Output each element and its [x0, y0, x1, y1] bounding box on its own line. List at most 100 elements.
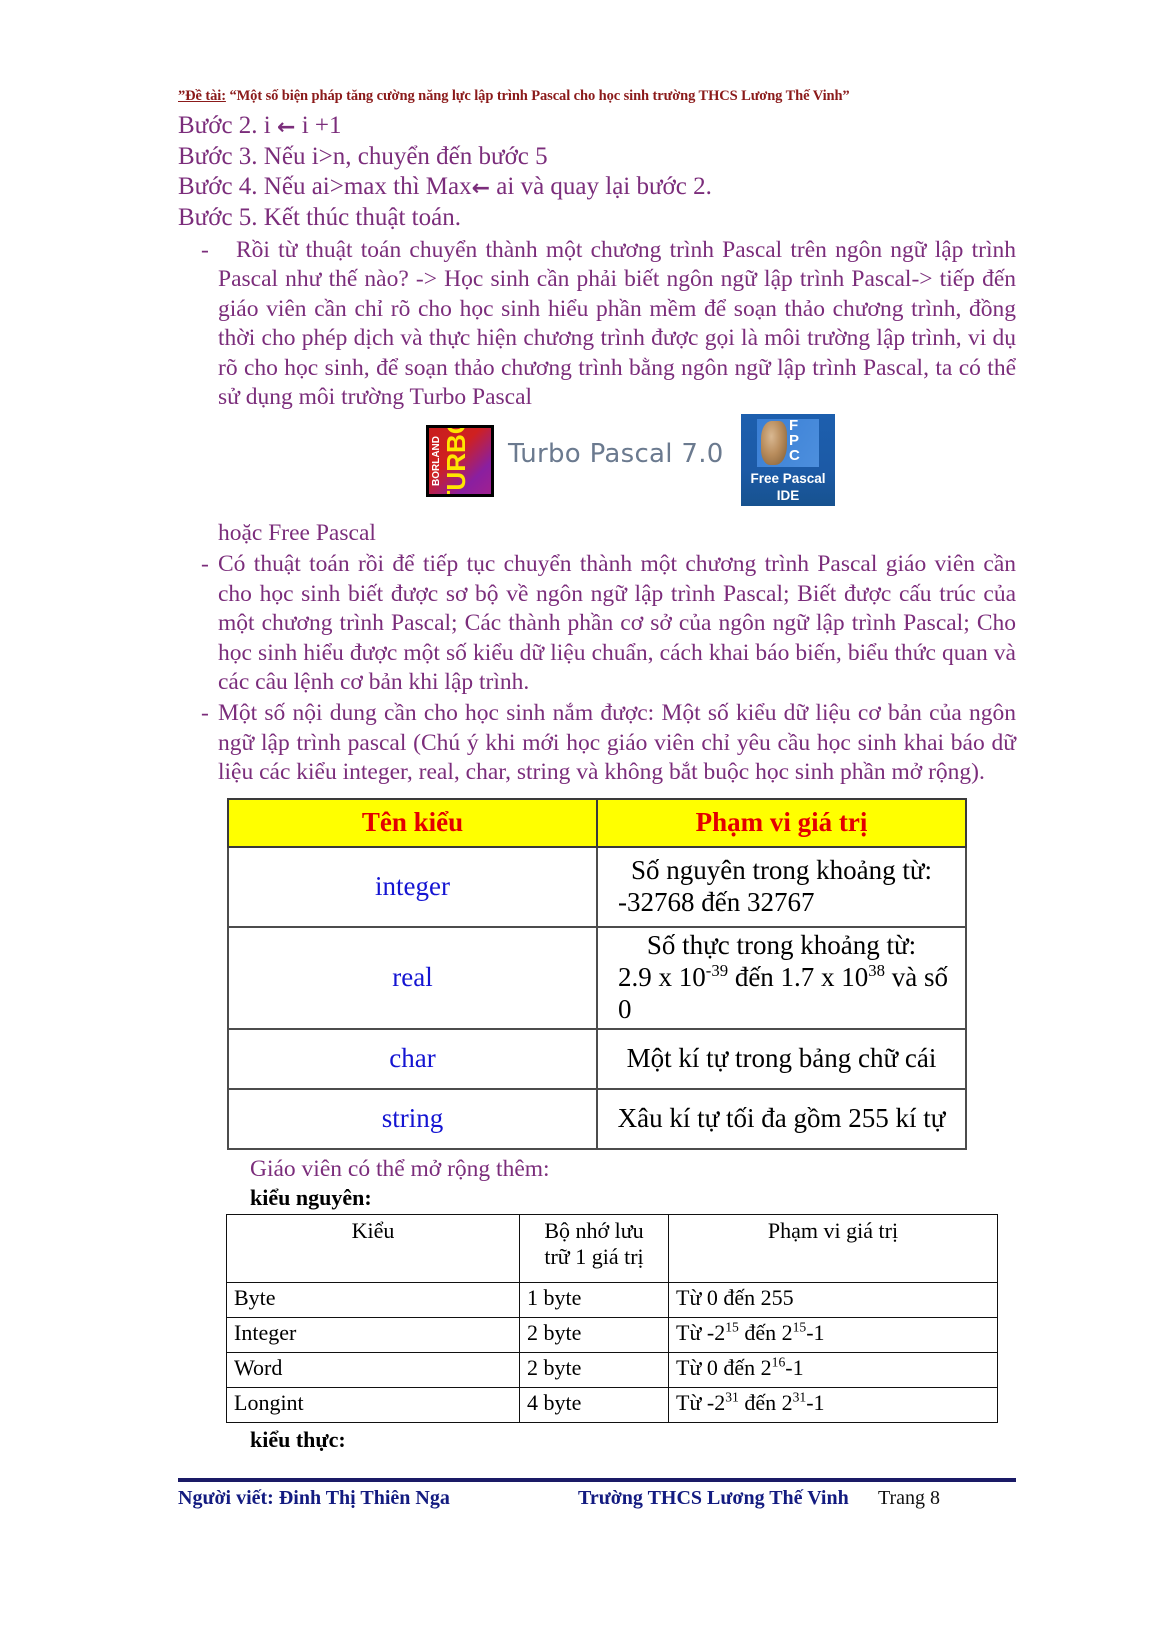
fpc-dog-shape: [761, 420, 787, 465]
table2-head: Kiểu Bộ nhớ lưu trữ 1 giá trị Phạm vi gi…: [226, 1213, 998, 1283]
table2-kieu-byte: Byte: [226, 1281, 520, 1318]
table-row: Integer 2 byte Từ -215 đến 215-1: [226, 1316, 998, 1353]
page-content: ”Đề tài: “Một số biện pháp tăng cường nă…: [178, 88, 1016, 1453]
table1-type-integer: integer: [227, 845, 598, 928]
table1-header-range: Phạm vi giá trị: [596, 797, 967, 848]
running-header-title: “Một số biện pháp tăng cường năng lực lậ…: [225, 88, 850, 104]
running-header-prefix: ”Đề tài:: [178, 88, 226, 104]
table2-header-memory: Bộ nhớ lưu trữ 1 giá trị: [519, 1213, 669, 1283]
fpc-logo-graphic: FPC: [741, 414, 835, 470]
table1-range-string: Xâu kí tự tối đa gồm 255 kí tự: [596, 1087, 967, 1150]
table2-range-integer: Từ -215 đến 215-1: [668, 1316, 998, 1353]
bullet-dash: -: [201, 551, 209, 578]
table2-memory-byte: 1 byte: [519, 1281, 669, 1318]
bullet-item-1: - Rồi từ thuật toán chuyển thành một chư…: [178, 236, 1016, 413]
r2-pre: Từ 0 đến 2: [676, 1354, 772, 1380]
r1-sup2: 15: [792, 1319, 807, 1335]
document-page: ”Đề tài: “Một số biện pháp tăng cường nă…: [0, 0, 1158, 1637]
table2-body: Byte 1 byte Từ 0 đến 255 Integer 2 byte …: [226, 1281, 998, 1423]
bullet-dash: -: [201, 700, 209, 727]
real-mid: đến 1.7 x 10: [728, 961, 869, 992]
table1-range-real: Số thực trong khoảng từ: 2.9 x 10-39 đến…: [596, 925, 967, 1030]
r1-mid: đến 2: [738, 1319, 793, 1345]
table1-range-real-l2: 2.9 x 10-39 đến 1.7 x 1038 và số 0: [606, 962, 957, 1026]
footer-divider: [178, 1478, 1016, 1482]
footer-author: Người viết: Đinh Thị Thiên Nga: [178, 1487, 450, 1509]
free-pascal-ide-icon: FPC Free Pascal IDE: [741, 413, 835, 506]
table2-header-memory-l1: Bộ nhớ lưu: [544, 1217, 644, 1243]
table1-header-row: Tên kiểu Phạm vi giá trị: [227, 797, 967, 848]
footer-page-number: Trang 8: [878, 1487, 941, 1509]
bullet-item-3: - Một số nội dung cần cho học sinh nắm đ…: [178, 699, 1016, 787]
r3-post: -1: [806, 1389, 825, 1415]
table1-range-real-l1: Số thực trong khoảng từ:: [646, 929, 917, 960]
bullet-text-2: Có thuật toán rồi để tiếp tục chuyển thà…: [218, 551, 1016, 695]
r3-sup2: 31: [792, 1389, 807, 1405]
running-header: ”Đề tài: “Một số biện pháp tăng cường nă…: [178, 88, 1016, 105]
step-4-pre: Bước 4. Nếu ai>max thì Max: [178, 173, 472, 201]
real-sup-2: 38: [868, 960, 886, 980]
r0-pre: Từ 0 đến 255: [676, 1284, 794, 1310]
fpc-letters: FPC: [789, 416, 800, 464]
r3-pre: Từ -2: [676, 1389, 726, 1415]
table1-range-integer: Số nguyên trong khoảng từ: -32768 đến 32…: [596, 845, 967, 928]
bullet-dash: -: [201, 236, 209, 263]
table2-header-range: Phạm vi giá trị: [668, 1213, 998, 1283]
table-row: Byte 1 byte Từ 0 đến 255: [226, 1281, 998, 1318]
r1-sup1: 15: [725, 1319, 739, 1335]
bullet-item-2: - Có thuật toán rồi để tiếp tục chuyển t…: [178, 550, 1016, 697]
r1-post: -1: [806, 1319, 825, 1345]
r2-post: -1: [785, 1354, 804, 1380]
table2-header-kieu: Kiểu: [226, 1213, 520, 1283]
table2-header-row: Kiểu Bộ nhớ lưu trữ 1 giá trị Phạm vi gi…: [226, 1213, 998, 1283]
step-line-4: Bước 4. Nếu ai>max thì Max← ai và quay l…: [178, 172, 1016, 203]
step-line-2: Bước 2. i ← i +1: [178, 111, 1016, 142]
teacher-note: Giáo viên có thể mở rộng thêm:: [250, 1155, 550, 1182]
table2-kieu-integer: Integer: [226, 1316, 520, 1353]
real-pre: 2.9 x 10: [618, 961, 706, 992]
table1-type-char: char: [227, 1027, 598, 1090]
step-2-pre: Bước 2. i: [178, 112, 277, 139]
page-footer: Người viết: Đinh Thị Thiên Nga Trường TH…: [178, 1487, 1016, 1510]
table-row: Word 2 byte Từ 0 đến 216-1: [226, 1351, 998, 1388]
table1-body: integer Số nguyên trong khoảng từ: -3276…: [227, 845, 967, 1150]
bullet-item-1-tail: hoặc Free Pascal: [178, 519, 1016, 548]
step-line-5: Bước 5. Kết thúc thuật toán.: [178, 204, 461, 232]
integer-types-table: Kiểu Bộ nhớ lưu trữ 1 giá trị Phạm vi gi…: [226, 1213, 998, 1423]
table2-memory-word: 2 byte: [519, 1351, 669, 1388]
table1-range-integer-l1: Số nguyên trong khoảng từ:: [630, 855, 933, 886]
step-line-3: Bước 3. Nếu i>n, chuyển đến bước 5: [178, 142, 548, 170]
table-row: Longint 4 byte Từ -231 đến 231-1: [226, 1386, 998, 1423]
left-arrow-icon: ←: [471, 176, 491, 202]
table1-range-integer-l2: -32768 đến 32767: [618, 886, 815, 917]
table1-type-real: real: [227, 925, 598, 1030]
step-2-post: i +1: [295, 112, 342, 139]
r3-sup1: 31: [725, 1389, 739, 1405]
table2-memory-integer: 2 byte: [519, 1316, 669, 1353]
bullet-text-1-tail: hoặc Free Pascal: [218, 519, 376, 546]
bullet-text-1: Rồi từ thuật toán chuyển thành một chươn…: [218, 236, 1016, 411]
fpc-caption-line1: Free Pascal: [750, 470, 826, 486]
table1-range-char: Một kí tự trong bảng chữ cái: [596, 1027, 967, 1090]
fpc-caption-line2: IDE: [776, 487, 800, 503]
r2-sup1: 16: [771, 1354, 786, 1370]
table2-header-memory-l2: trữ 1 giá trị: [544, 1244, 644, 1270]
step-4-post: ai và quay lại bước 2.: [490, 173, 712, 201]
algorithm-steps: Bước 2. i ← i +1 Bước 3. Nếu i>n, chuyển…: [178, 111, 1016, 234]
table1-type-string: string: [227, 1087, 598, 1150]
borland-turbo-logo-icon: BORLAND TURBO: [426, 424, 494, 497]
r1-pre: Từ -2: [676, 1319, 726, 1345]
pascal-logos-row: BORLAND TURBO Turbo Pascal 7.0 FPC Free …: [178, 413, 1016, 517]
left-arrow-icon: ←: [277, 115, 296, 140]
real-sup-1: -39: [705, 960, 729, 980]
table1-header-name: Tên kiểu: [227, 797, 598, 848]
table-row: char Một kí tự trong bảng chữ cái: [227, 1027, 967, 1090]
table2-kieu-longint: Longint: [226, 1386, 520, 1423]
turbo-logo-word: TURBO: [441, 424, 471, 497]
subheading-real-types: kiểu thực:: [250, 1426, 346, 1452]
table2-range-word: Từ 0 đến 216-1: [668, 1351, 998, 1388]
footer-school: Trường THCS Lương Thế Vinh: [578, 1487, 849, 1509]
table2-memory-longint: 4 byte: [519, 1386, 669, 1423]
r3-mid: đến 2: [738, 1389, 793, 1415]
table-row: integer Số nguyên trong khoảng từ: -3276…: [227, 845, 967, 928]
